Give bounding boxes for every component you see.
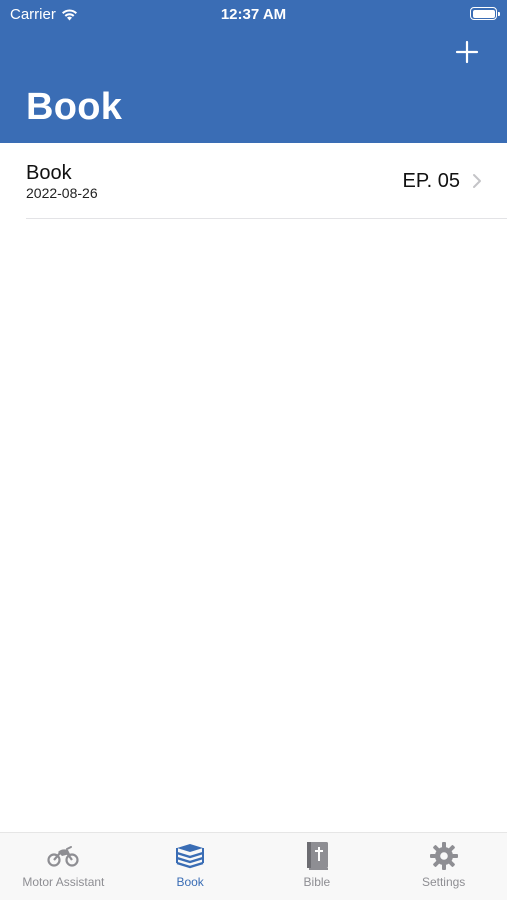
status-time: 12:37 AM <box>220 6 287 23</box>
plus-icon <box>455 40 479 64</box>
tab-settings[interactable]: Settings <box>380 833 507 900</box>
book-list: Book 2022-08-26 EP. 05 <box>0 143 507 219</box>
tab-label: Book <box>176 875 204 889</box>
add-button[interactable] <box>451 36 483 68</box>
status-bar: Carrier 12:37 AM <box>0 0 507 28</box>
gear-icon <box>428 841 460 871</box>
tab-label: Bible <box>303 875 331 889</box>
item-date: 2022-08-26 <box>26 185 98 201</box>
tab-motor-assistant[interactable]: Motor Assistant <box>0 833 127 900</box>
books-icon <box>174 841 206 871</box>
list-item[interactable]: Book 2022-08-26 EP. 05 <box>26 143 507 219</box>
battery-icon <box>470 7 500 20</box>
motorcycle-icon <box>47 841 79 871</box>
tab-book[interactable]: Book <box>127 833 254 900</box>
item-episode: EP. 05 <box>402 170 460 192</box>
tab-label: Settings <box>421 875 466 889</box>
navigation-header: Carrier 12:37 AM Book <box>0 0 507 143</box>
battery-fill <box>472 9 495 18</box>
page-title: Book <box>26 86 123 128</box>
bible-icon <box>301 841 333 871</box>
tab-label: Motor Assistant <box>22 875 105 889</box>
tab-bar: Motor Assistant Book Bible Settings <box>0 832 507 900</box>
screen: Carrier 12:37 AM Book Book 2022-08-26 EP… <box>0 0 507 900</box>
chevron-right-icon <box>473 174 481 188</box>
tab-bible[interactable]: Bible <box>254 833 381 900</box>
item-title: Book <box>26 162 72 184</box>
